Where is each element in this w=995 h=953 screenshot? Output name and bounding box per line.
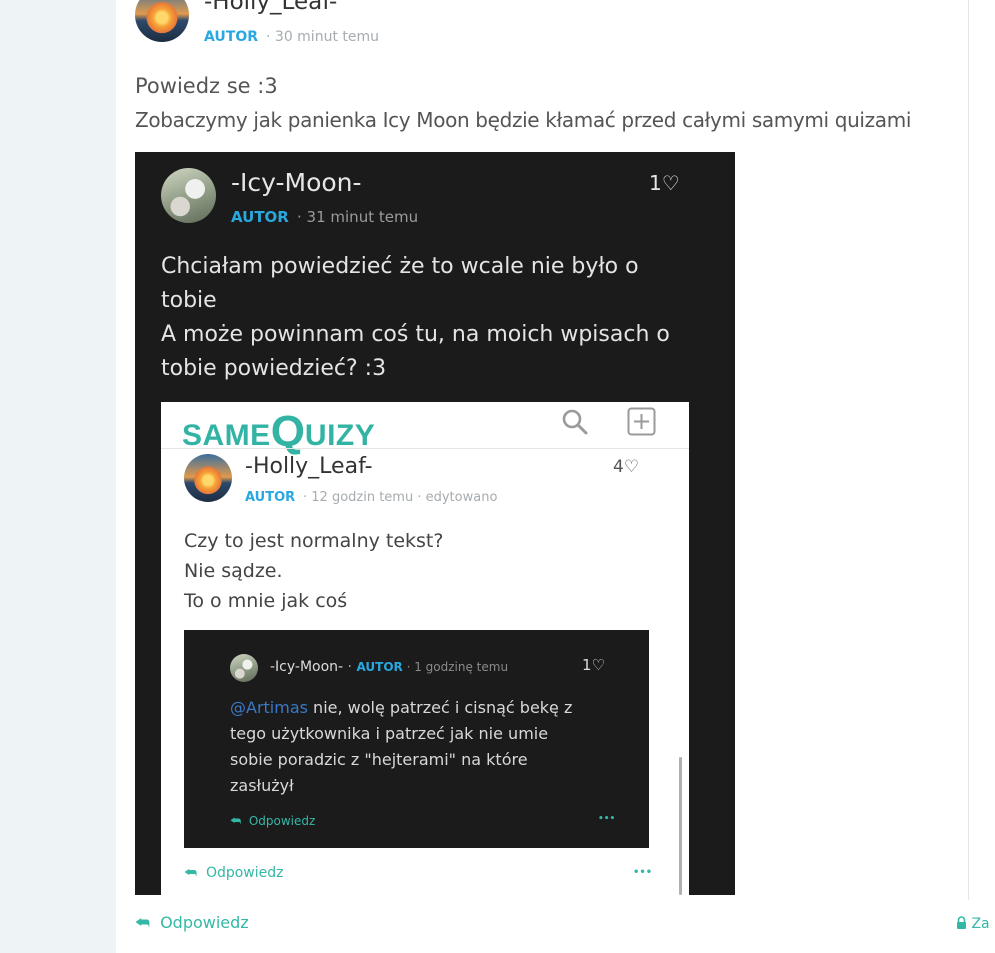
avatar [230, 654, 258, 682]
meta-dot: · [402, 660, 415, 674]
inner-timestamp: · 12 godzin temu · edytowano [303, 490, 497, 505]
screenshot-timestamp: · 31 minut temu [297, 208, 418, 226]
lock-icon [957, 916, 966, 929]
reply-icon: ⮪ [184, 865, 198, 881]
heart-icon: ♡ [623, 457, 640, 477]
left-rail [0, 0, 116, 953]
nested-text-line-3: sobie poradzic z "hejterami" na które [230, 750, 528, 769]
screenshot-author-name: -Icy-Moon- [231, 168, 362, 197]
more-options-icon: ••• [633, 867, 653, 878]
author-badge: AUTOR [204, 29, 259, 45]
edited-label: edytowano [425, 490, 498, 505]
screenshot-text-line-2: tobie [161, 288, 217, 313]
like-count-value: 4 [613, 457, 624, 477]
heart-icon: ♡ [591, 656, 605, 674]
like-count: 1♡ [582, 656, 605, 674]
meta-dot: · [413, 490, 426, 505]
inner-text-line-3: To o mnie jak coś [184, 590, 348, 612]
more-options-icon: ••• [598, 814, 616, 824]
post-timestamp: · 30 minut temu [266, 29, 379, 45]
reply-icon: ⮪ [230, 814, 242, 828]
nested-author-name: -Icy-Moon- [270, 659, 344, 675]
inner-author-name: -Holly_Leaf- [245, 454, 373, 479]
nested-text-rest: nie, wolę patrzeć i cisnąć bekę z [307, 698, 573, 717]
avatar[interactable] [135, 0, 189, 42]
reply-label: Odpowiedz [160, 913, 249, 932]
screenshot-text-line-4: tobie powiedzieć? :3 [161, 356, 387, 381]
lock-link[interactable]: Za [956, 916, 990, 932]
screenshot-text-line-1: Chciałam powiedzieć że to wcale nie było… [161, 254, 639, 279]
author-badge: AUTOR [356, 660, 403, 674]
nested-comment: -Icy-Moon- · AUTOR · 1 godzinę temu 1♡ @… [184, 630, 649, 848]
like-count: 4♡ [613, 457, 639, 477]
post-author-name[interactable]: -Holly_Leaf- [204, 0, 337, 15]
inner-text-line-2: Nie sądze. [184, 560, 283, 582]
screenshot-text-line-3: A może powinnam coś tu, na moich wpisach… [161, 322, 670, 347]
nested-text-line-4: zasłużył [230, 776, 294, 795]
meta-dot: · [343, 659, 357, 675]
meta-dot: · [266, 29, 275, 45]
author-badge: AUTOR [231, 208, 289, 226]
post-text-line-1: Powiedz se :3 [135, 74, 278, 98]
add-icon [627, 407, 656, 436]
post-text-line-2: Zobaczymy jak panienka Icy Moon będzie k… [135, 108, 912, 132]
like-count-value: 1 [649, 171, 662, 195]
nested-comment-header: -Icy-Moon- · AUTOR · 1 godzinę temu [270, 659, 508, 675]
reply-label: Odpowiedz [248, 814, 316, 828]
inner-text-line-1: Czy to jest normalny tekst? [184, 530, 444, 552]
author-badge: AUTOR [245, 490, 296, 505]
header-divider [161, 448, 689, 449]
avatar [184, 454, 232, 502]
nested-text-line-1: @Artimas nie, wolę patrzeć i cisnąć bekę… [230, 698, 572, 717]
lock-label: Za [971, 916, 990, 932]
divider [968, 0, 969, 900]
user-mention: @Artimas [230, 698, 308, 717]
reply-label: Odpowiedz [205, 865, 284, 881]
like-count-value: 1 [582, 656, 592, 674]
post-time: 30 minut temu [274, 29, 379, 45]
screenshot-time: 31 minut temu [306, 208, 419, 226]
samequizy-logo: SAMEQUIZY [182, 404, 375, 456]
inner-time: 12 godzin temu [311, 490, 414, 505]
like-count: 1♡ [649, 171, 680, 195]
reply-button[interactable]: ⮪ Odpowiedz [135, 913, 249, 933]
nested-time: 1 godzinę temu [414, 660, 509, 674]
scrollbar [679, 757, 682, 895]
nested-reply: ⮪ Odpowiedz [230, 814, 315, 829]
reply-icon: ⮪ [135, 913, 150, 932]
avatar [161, 168, 216, 223]
search-icon [562, 409, 588, 435]
heart-icon: ♡ [661, 171, 680, 195]
meta-dot: · [297, 208, 307, 226]
nested-text-line-2: tego użytkownika i patrzeć jak nie umie [230, 724, 549, 743]
inner-screenshot: SAMEQUIZY -Holly_Leaf- AUTOR · 12 godzin… [161, 402, 689, 895]
inner-reply: ⮪ Odpowiedz [184, 865, 283, 881]
embedded-screenshot[interactable]: -Icy-Moon- AUTOR · 31 minut temu 1♡ Chci… [135, 152, 735, 895]
